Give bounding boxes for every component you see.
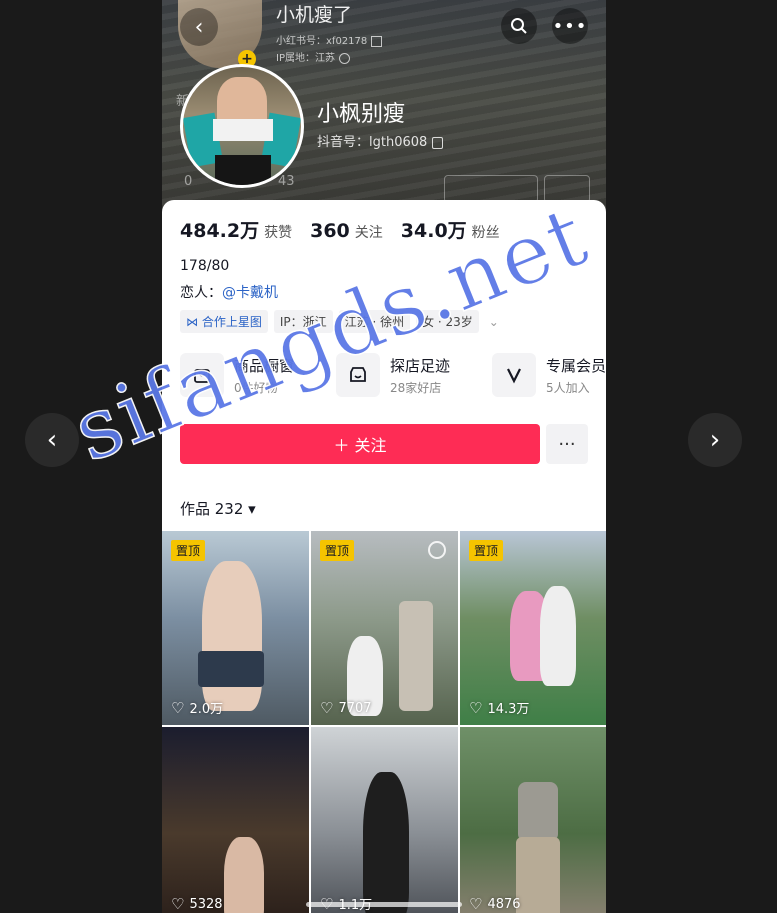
qr-icon: [371, 35, 383, 47]
profile-name: 小枫别瘦: [317, 102, 406, 127]
video-thumbnail[interactable]: 置顶 ♡ 7707: [311, 531, 458, 725]
next-arrow-button[interactable]: ›: [688, 413, 742, 467]
ghost-text-3: 43: [278, 174, 295, 189]
phone-screen: + ‹ 小机瘦了 小红书号：xf02178 IP属地：江苏 新 0 43 •••…: [162, 0, 606, 913]
like-count: ♡ 14.3万: [469, 698, 530, 718]
video-thumbnail[interactable]: 置顶 ♡ 2.0万: [162, 531, 309, 725]
chevron-left-icon: ‹: [194, 14, 204, 40]
heart-icon: ♡: [171, 895, 185, 913]
heart-icon: ♡: [469, 895, 483, 913]
search-button[interactable]: [501, 8, 537, 44]
like-count: ♡ 7707: [320, 699, 372, 717]
ghost-edit-button: [444, 175, 538, 203]
more-options-button[interactable]: •••: [552, 8, 588, 44]
home-indicator: [306, 902, 462, 907]
service-membership[interactable]: 专属会员 5人加入: [492, 353, 606, 397]
live-icon: [428, 541, 446, 559]
video-thumbnail[interactable]: ♡1.1万: [311, 727, 458, 913]
v-icon: [492, 353, 536, 397]
video-thumbnail[interactable]: ♡ 4876: [460, 727, 606, 913]
douyin-id[interactable]: 抖音号：lgth0608: [317, 131, 444, 150]
star-map-icon: ⋈: [186, 315, 202, 329]
pinned-badge: 置顶: [469, 540, 504, 561]
prev-arrow-button[interactable]: ‹: [25, 413, 79, 467]
like-count: ♡ 5328: [171, 895, 223, 913]
ghost-id: 小红书号：xf02178: [276, 32, 383, 47]
avatar[interactable]: [180, 64, 304, 188]
heart-icon: ♡: [320, 699, 334, 717]
bio-lover: 恋人：@卡戴机: [180, 285, 278, 301]
video-thumbnail[interactable]: 置顶 ♡ 14.3万: [460, 531, 606, 725]
video-thumbnail[interactable]: ♡ 5328: [162, 727, 309, 913]
like-count: ♡ 4876: [469, 895, 521, 913]
ellipsis-icon: •••: [552, 15, 588, 37]
heart-icon: ♡: [171, 698, 185, 717]
heart-icon: ♡: [469, 698, 483, 717]
search-icon: [511, 18, 527, 34]
video-grid: 置顶 ♡ 2.0万 置顶 ♡ 7707 置顶 ♡ 14.3万 ♡ 5328 ♡ …: [162, 531, 606, 913]
lover-mention-link[interactable]: @卡戴机: [222, 285, 278, 301]
stat-following[interactable]: 360 关注: [310, 220, 383, 242]
follow-button[interactable]: ＋ 关注: [180, 424, 540, 464]
pinned-badge: 置顶: [320, 540, 355, 561]
more-actions-button[interactable]: ···: [546, 424, 588, 464]
bio-line: 178/80: [180, 258, 230, 274]
copy-icon: [432, 136, 444, 149]
back-button[interactable]: ‹: [180, 8, 218, 46]
ghost-text-2: 0: [184, 174, 193, 189]
info-icon: [338, 52, 350, 64]
tab-works[interactable]: 作品 232 ▾: [180, 498, 256, 519]
stat-likes[interactable]: 484.2万 获赞: [180, 216, 292, 243]
ghost-profile-name: 小机瘦了: [276, 4, 353, 26]
ghost-ip: IP属地：江苏: [276, 49, 350, 64]
like-count: ♡ 2.0万: [171, 698, 224, 718]
pinned-badge: 置顶: [171, 540, 206, 561]
